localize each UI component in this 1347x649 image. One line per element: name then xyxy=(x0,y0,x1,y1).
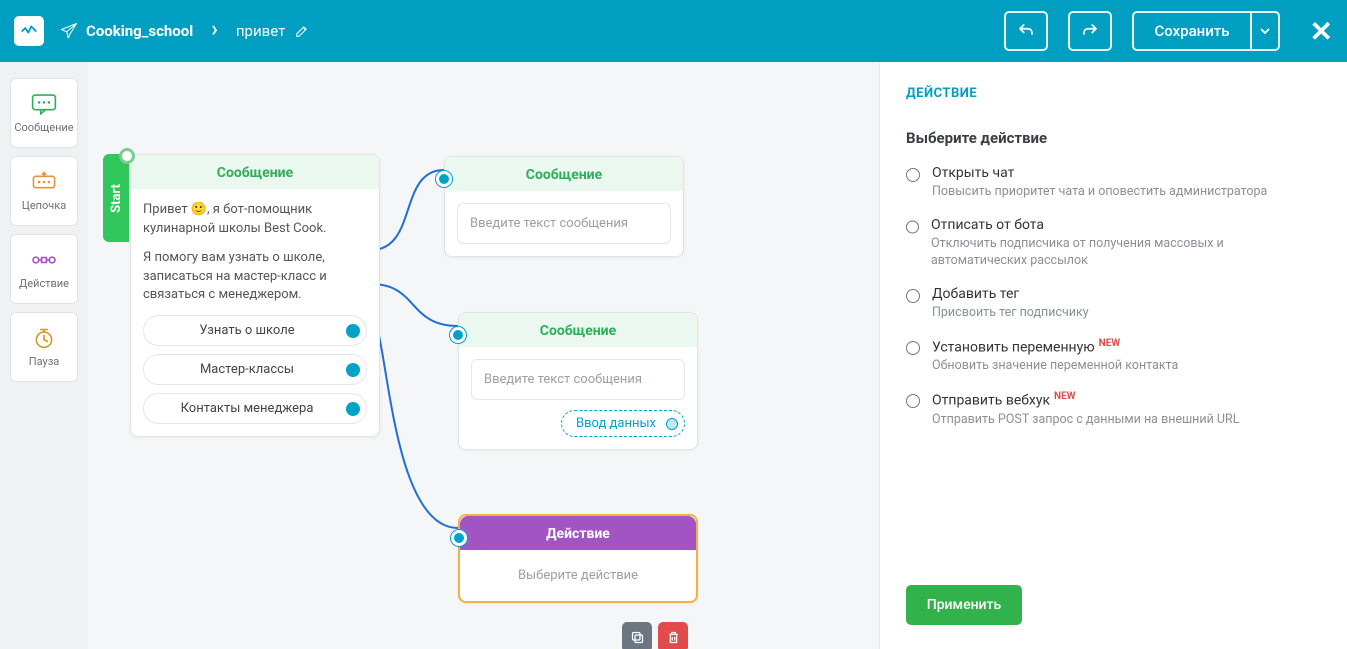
out-port[interactable] xyxy=(346,363,360,377)
radio-input[interactable] xyxy=(906,168,920,182)
save-button[interactable]: Сохранить xyxy=(1132,11,1251,51)
radio-input[interactable] xyxy=(906,289,920,303)
out-port[interactable] xyxy=(346,402,360,416)
radio-input[interactable] xyxy=(906,341,920,355)
edit-icon[interactable] xyxy=(295,24,309,38)
action-open-chat[interactable]: Открыть чатПовысить приоритет чата и опо… xyxy=(906,165,1321,201)
right-panel: ДЕЙСТВИЕ Выберите действие Открыть чатПо… xyxy=(879,62,1347,649)
option-about-school[interactable]: Узнать о школе xyxy=(143,315,367,346)
palette-pause[interactable]: Пауза xyxy=(10,312,78,382)
palette-chain[interactable]: Цепочка xyxy=(10,156,78,226)
breadcrumb: Cooking_school › привет xyxy=(86,20,309,42)
palette-chain-label: Цепочка xyxy=(22,199,66,212)
top-bar: Cooking_school › привет Сохранить ✕ xyxy=(0,0,1347,62)
node-text-1: Привет 🙂, я бот-помощник кулинарной школ… xyxy=(143,201,367,239)
apply-button[interactable]: Применить xyxy=(906,585,1022,625)
palette-message[interactable]: Сообщение xyxy=(10,78,78,148)
canvas[interactable]: Start Сообщение Привет 🙂, я бот-помощник… xyxy=(88,62,879,649)
node-message-2[interactable]: Сообщение Введите текст сообщения xyxy=(444,156,684,257)
chip-port[interactable] xyxy=(666,418,678,430)
out-port[interactable] xyxy=(346,324,360,338)
palette-action-label: Действие xyxy=(19,277,69,290)
telegram-icon xyxy=(60,22,78,40)
redo-button[interactable] xyxy=(1068,11,1112,51)
action-add-tag[interactable]: Добавить тегПрисвоить тег подписчику xyxy=(906,286,1321,322)
node-message-3[interactable]: Сообщение Введите текст сообщения Ввод д… xyxy=(458,312,698,450)
node-title: Сообщение xyxy=(131,155,379,189)
radio-input[interactable] xyxy=(906,220,919,234)
node-text-2: Я помогу вам узнать о школе, записаться … xyxy=(143,249,367,306)
panel-title: ДЕЙСТВИЕ xyxy=(906,86,1321,101)
action-set-variable[interactable]: Установить переменнуюNEWОбновить значени… xyxy=(906,338,1321,376)
save-dropdown[interactable] xyxy=(1252,11,1280,51)
node-message-start[interactable]: Сообщение Привет 🙂, я бот-помощник кулин… xyxy=(130,154,380,437)
breadcrumb-separator: › xyxy=(211,19,218,41)
undo-button[interactable] xyxy=(1004,11,1048,51)
data-input-chip[interactable]: Ввод данных xyxy=(561,410,685,437)
node-title: Действие xyxy=(460,516,696,550)
message-input[interactable]: Введите текст сообщения xyxy=(471,359,685,400)
new-badge: NEW xyxy=(1099,338,1120,349)
message-input[interactable]: Введите текст сообщения xyxy=(457,203,671,244)
palette-action[interactable]: Действие xyxy=(10,234,78,304)
option-manager-contacts[interactable]: Контакты менеджера xyxy=(143,393,367,424)
project-name[interactable]: Cooking_school xyxy=(86,22,193,40)
action-placeholder[interactable]: Выберите действие xyxy=(460,550,696,601)
panel-subtitle: Выберите действие xyxy=(906,129,1321,147)
palette-message-label: Сообщение xyxy=(14,121,73,134)
copy-button[interactable] xyxy=(622,622,652,649)
action-send-webhook[interactable]: Отправить вебхукNEWОтправить POST запрос… xyxy=(906,391,1321,429)
palette: Сообщение Цепочка Действие Пауза xyxy=(0,62,88,649)
action-unsubscribe[interactable]: Отписать от ботаОтключить подписчика от … xyxy=(906,217,1321,270)
node-toolbar xyxy=(622,622,688,649)
start-port xyxy=(119,148,135,164)
radio-input[interactable] xyxy=(906,394,920,408)
flow-name: привет xyxy=(236,22,285,40)
node-title: Сообщение xyxy=(445,157,683,191)
in-port[interactable] xyxy=(436,171,452,187)
app-logo-icon[interactable] xyxy=(14,16,44,46)
node-action[interactable]: Действие Выберите действие xyxy=(458,514,698,603)
start-tag: Start xyxy=(103,154,129,242)
new-badge: NEW xyxy=(1054,391,1075,402)
close-icon[interactable]: ✕ xyxy=(1310,15,1333,48)
delete-button[interactable] xyxy=(658,622,688,649)
palette-pause-label: Пауза xyxy=(29,355,60,368)
node-title: Сообщение xyxy=(459,313,697,347)
in-port[interactable] xyxy=(451,530,467,546)
option-masterclasses[interactable]: Мастер-классы xyxy=(143,354,367,385)
in-port[interactable] xyxy=(450,327,466,343)
